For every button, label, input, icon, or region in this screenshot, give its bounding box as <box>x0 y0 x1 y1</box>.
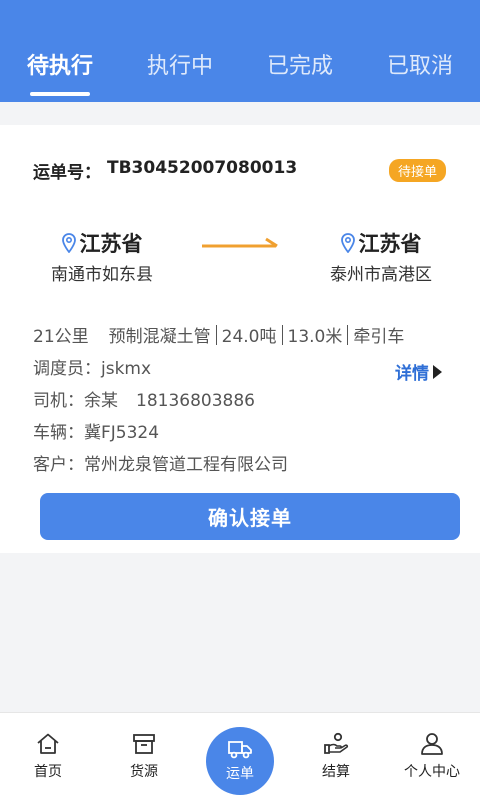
tab-pending[interactable]: 待执行 <box>0 0 120 102</box>
cargo-specs: 21公里 预制混凝土管 24.0吨 13.0米 牵引车 <box>33 322 404 347</box>
cargo-length: 13.0米 <box>287 327 343 347</box>
nav-goods-label: 货源 <box>130 764 158 780</box>
customer-name: 常州龙泉管道工程有限公司 <box>84 455 288 475</box>
confirm-accept-button[interactable]: 确认接单 <box>40 493 460 540</box>
tab-pending-label: 待执行 <box>26 54 93 79</box>
divider <box>347 324 349 345</box>
order-card[interactable]: 运单号： TB30452007080013 待接单 江苏省 南通市如东县 江苏省… <box>0 125 480 553</box>
distance: 21公里 <box>33 327 89 347</box>
destination-province: 江苏省 <box>358 232 422 256</box>
destination-city: 泰州市高港区 <box>330 265 432 285</box>
truck-icon <box>228 741 252 759</box>
order-number-row: 运单号： TB30452007080013 <box>33 158 297 183</box>
driver-name: 余某 <box>84 391 118 411</box>
origin-city: 南通市如东县 <box>51 265 153 285</box>
customer-label: 客户： <box>33 455 84 475</box>
destination-location: 江苏省 泰州市高港区 <box>320 228 442 285</box>
driver-label: 司机： <box>33 391 84 411</box>
box-icon <box>133 734 155 754</box>
caret-right-icon <box>433 364 442 379</box>
bottom-nav: 首页 货源 运单 结算 个人中心 <box>0 712 480 800</box>
vehicle-type: 牵引车 <box>353 327 405 347</box>
dispatcher-value: jskmx <box>101 359 152 379</box>
status-badge: 待接单 <box>388 159 446 182</box>
route-arrow-icon <box>202 237 278 248</box>
location-pin-icon <box>340 233 355 253</box>
nav-home[interactable]: 首页 <box>8 731 88 781</box>
dispatcher-row: 调度员：jskmx <box>33 354 151 379</box>
nav-profile-label: 个人中心 <box>404 764 460 780</box>
tab-in-progress[interactable]: 执行中 <box>120 0 240 102</box>
divider <box>215 324 217 345</box>
nav-profile[interactable]: 个人中心 <box>392 731 472 781</box>
order-number-label: 运单号： <box>33 163 101 183</box>
nav-home-label: 首页 <box>34 764 62 780</box>
driver-row: 司机：余某 18136803886 <box>33 386 255 411</box>
tab-cancelled-label: 已取消 <box>386 54 453 79</box>
home-icon <box>37 733 59 754</box>
nav-settlement[interactable]: 结算 <box>296 731 376 781</box>
nav-waybill[interactable]: 运单 <box>206 727 274 795</box>
customer-row: 客户：常州龙泉管道工程有限公司 <box>33 450 288 475</box>
status-tabbar: 待执行 执行中 已完成 已取消 <box>0 0 480 102</box>
tab-cancelled[interactable]: 已取消 <box>360 0 480 102</box>
order-number: TB30452007080013 <box>107 158 298 178</box>
nav-goods[interactable]: 货源 <box>104 731 184 781</box>
location-pin-icon <box>61 233 76 253</box>
driver-phone: 18136803886 <box>136 391 255 411</box>
cargo-weight: 24.0吨 <box>221 327 277 347</box>
detail-link-label: 详情 <box>395 364 429 384</box>
person-icon <box>421 733 443 755</box>
detail-link[interactable]: 详情 <box>395 359 442 384</box>
origin-location: 江苏省 南通市如东县 <box>42 228 162 285</box>
cargo-name: 预制混凝土管 <box>108 327 211 347</box>
nav-waybill-label: 运单 <box>226 766 254 782</box>
hand-coin-icon <box>324 732 349 754</box>
vehicle-label: 车辆： <box>33 423 84 443</box>
tab-completed-label: 已完成 <box>266 54 333 79</box>
origin-province: 江苏省 <box>79 232 143 256</box>
tab-completed[interactable]: 已完成 <box>240 0 360 102</box>
vehicle-row: 车辆：冀FJ5324 <box>33 418 159 443</box>
tab-in-progress-label: 执行中 <box>146 54 213 79</box>
nav-settlement-label: 结算 <box>322 764 350 780</box>
divider <box>281 324 283 345</box>
vehicle-plate: 冀FJ5324 <box>84 423 160 443</box>
dispatcher-label: 调度员： <box>33 359 101 379</box>
